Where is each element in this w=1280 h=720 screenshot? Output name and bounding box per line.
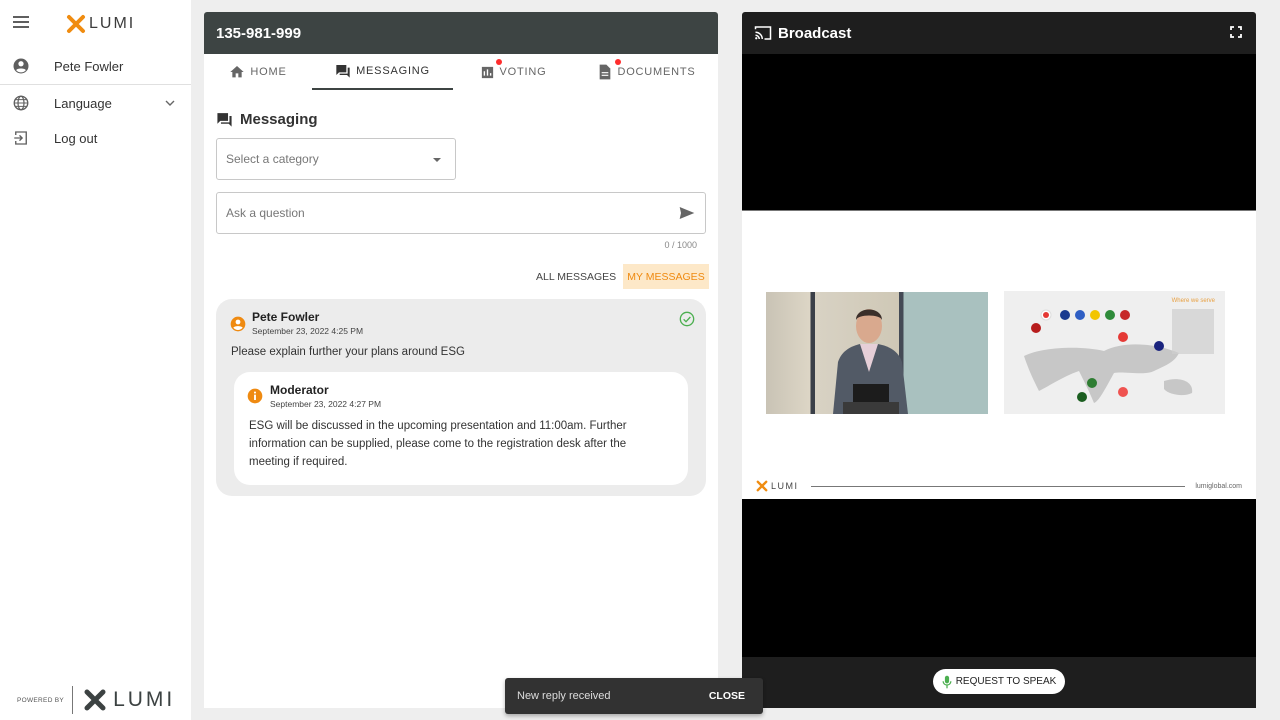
logout-icon [14, 131, 27, 145]
slide-footer-line [810, 485, 1186, 487]
messaging-panel: 135-981-999 HOME MESSAGING VOTING DOCUME… [204, 12, 718, 708]
broadcast-header: Broadcast [742, 12, 1256, 54]
slide-brand: LUMI [771, 481, 799, 491]
all-messages-button[interactable]: ALL MESSAGES [530, 265, 622, 289]
message-card: Pete Fowler September 23, 2022 4:25 PM P… [216, 299, 706, 496]
microphone-icon [942, 675, 952, 688]
broadcast-title: Broadcast [778, 24, 852, 42]
tab-voting[interactable]: VOTING [466, 54, 560, 90]
slide-footer: LUMI lumiglobal.com [756, 479, 1242, 493]
lumi-x-icon [67, 15, 85, 33]
lumi-x-icon [756, 480, 768, 492]
profile-name: Pete Fowler [54, 58, 124, 74]
tab-bar: HOME MESSAGING VOTING DOCUMENTS [204, 54, 718, 90]
forum-icon [217, 113, 232, 127]
powered-by-lumi: POWERED BY LUMI [17, 686, 175, 714]
video-player[interactable]: Where we serve LUMI lumiglobal.com [742, 54, 1256, 657]
sidebar: LUMI Pete Fowler Language Log out POWERE… [0, 0, 191, 720]
reply-time: September 23, 2022 4:27 PM [270, 399, 382, 409]
sidebar-item-profile[interactable]: Pete Fowler [0, 48, 191, 84]
char-counter: 0 / 1000 [664, 240, 697, 250]
dropdown-caret-icon [433, 158, 441, 162]
tab-home-label: HOME [250, 66, 287, 78]
check-circle-icon [679, 311, 695, 327]
sidebar-item-logout[interactable]: Log out [0, 120, 191, 156]
presentation-slide: Where we serve LUMI lumiglobal.com [742, 210, 1256, 499]
sidebar-header: LUMI [0, 0, 191, 48]
section-title-text: Messaging [240, 111, 318, 128]
tab-messaging-label: MESSAGING [356, 65, 430, 77]
tab-home[interactable]: HOME [204, 54, 312, 90]
category-select[interactable]: Select a category [216, 138, 456, 180]
category-placeholder: Select a category [226, 152, 319, 166]
language-label: Language [54, 95, 112, 111]
reply-text: ESG will be discussed in the upcoming pr… [249, 420, 627, 468]
question-field [216, 192, 706, 234]
brand-name: LUMI [89, 15, 136, 32]
home-icon [230, 66, 245, 78]
lumi-x-dark-icon [84, 689, 106, 711]
documents-badge [615, 59, 621, 65]
voting-badge [496, 59, 502, 65]
tab-documents-label: DOCUMENTS [617, 66, 696, 78]
cast-icon [754, 26, 772, 40]
tab-messaging[interactable]: MESSAGING [312, 54, 453, 90]
message-text: Please explain further your plans around… [231, 346, 465, 358]
fullscreen-icon[interactable] [1230, 26, 1242, 38]
world-map-image [1024, 309, 1214, 403]
reply-card: Moderator September 23, 2022 4:27 PM ESG… [234, 372, 688, 485]
question-input[interactable] [217, 193, 657, 233]
meeting-id: 135-981-999 [216, 24, 302, 42]
lumi-logo: LUMI [66, 14, 135, 34]
meeting-id-header: 135-981-999 [204, 12, 718, 54]
message-time: September 23, 2022 4:25 PM [252, 326, 364, 336]
info-icon [247, 388, 263, 404]
poll-icon [481, 66, 493, 78]
logout-label: Log out [54, 130, 98, 146]
powered-brand: LUMI [113, 688, 176, 711]
map-title: Where we serve [1171, 298, 1215, 304]
speaker-video-frame [766, 292, 988, 414]
powered-divider [72, 686, 74, 714]
snackbar-message: New reply received [517, 690, 611, 702]
snackbar-close-button[interactable]: CLOSE [709, 690, 745, 702]
reply-author: Moderator [270, 383, 329, 397]
document-icon [600, 64, 611, 80]
world-map-slide: Where we serve [1004, 291, 1225, 414]
speaker-image [833, 309, 908, 414]
powered-by-text: POWERED BY [17, 696, 65, 704]
tab-documents[interactable]: DOCUMENTS [592, 54, 702, 90]
request-to-speak-label: REQUEST TO SPEAK [955, 676, 1057, 687]
broadcast-panel: Broadcast Where we serve LUMI lumiglobal… [742, 12, 1256, 708]
account-circle-icon [230, 316, 246, 332]
message-author: Pete Fowler [252, 310, 320, 324]
account-circle-icon [13, 58, 29, 74]
globe-icon [13, 95, 29, 111]
slide-url: lumiglobal.com [1195, 482, 1242, 490]
tab-voting-label: VOTING [499, 66, 547, 78]
section-title: Messaging [216, 111, 318, 128]
menu-icon[interactable] [13, 16, 29, 30]
my-messages-button[interactable]: MY MESSAGES [623, 264, 709, 289]
send-icon[interactable] [679, 206, 695, 220]
sidebar-item-language[interactable]: Language [0, 85, 191, 121]
forum-icon [336, 65, 350, 78]
request-to-speak-button[interactable]: REQUEST TO SPEAK [933, 669, 1065, 694]
chevron-down-icon [165, 100, 175, 106]
snackbar: New reply received CLOSE [505, 678, 763, 714]
